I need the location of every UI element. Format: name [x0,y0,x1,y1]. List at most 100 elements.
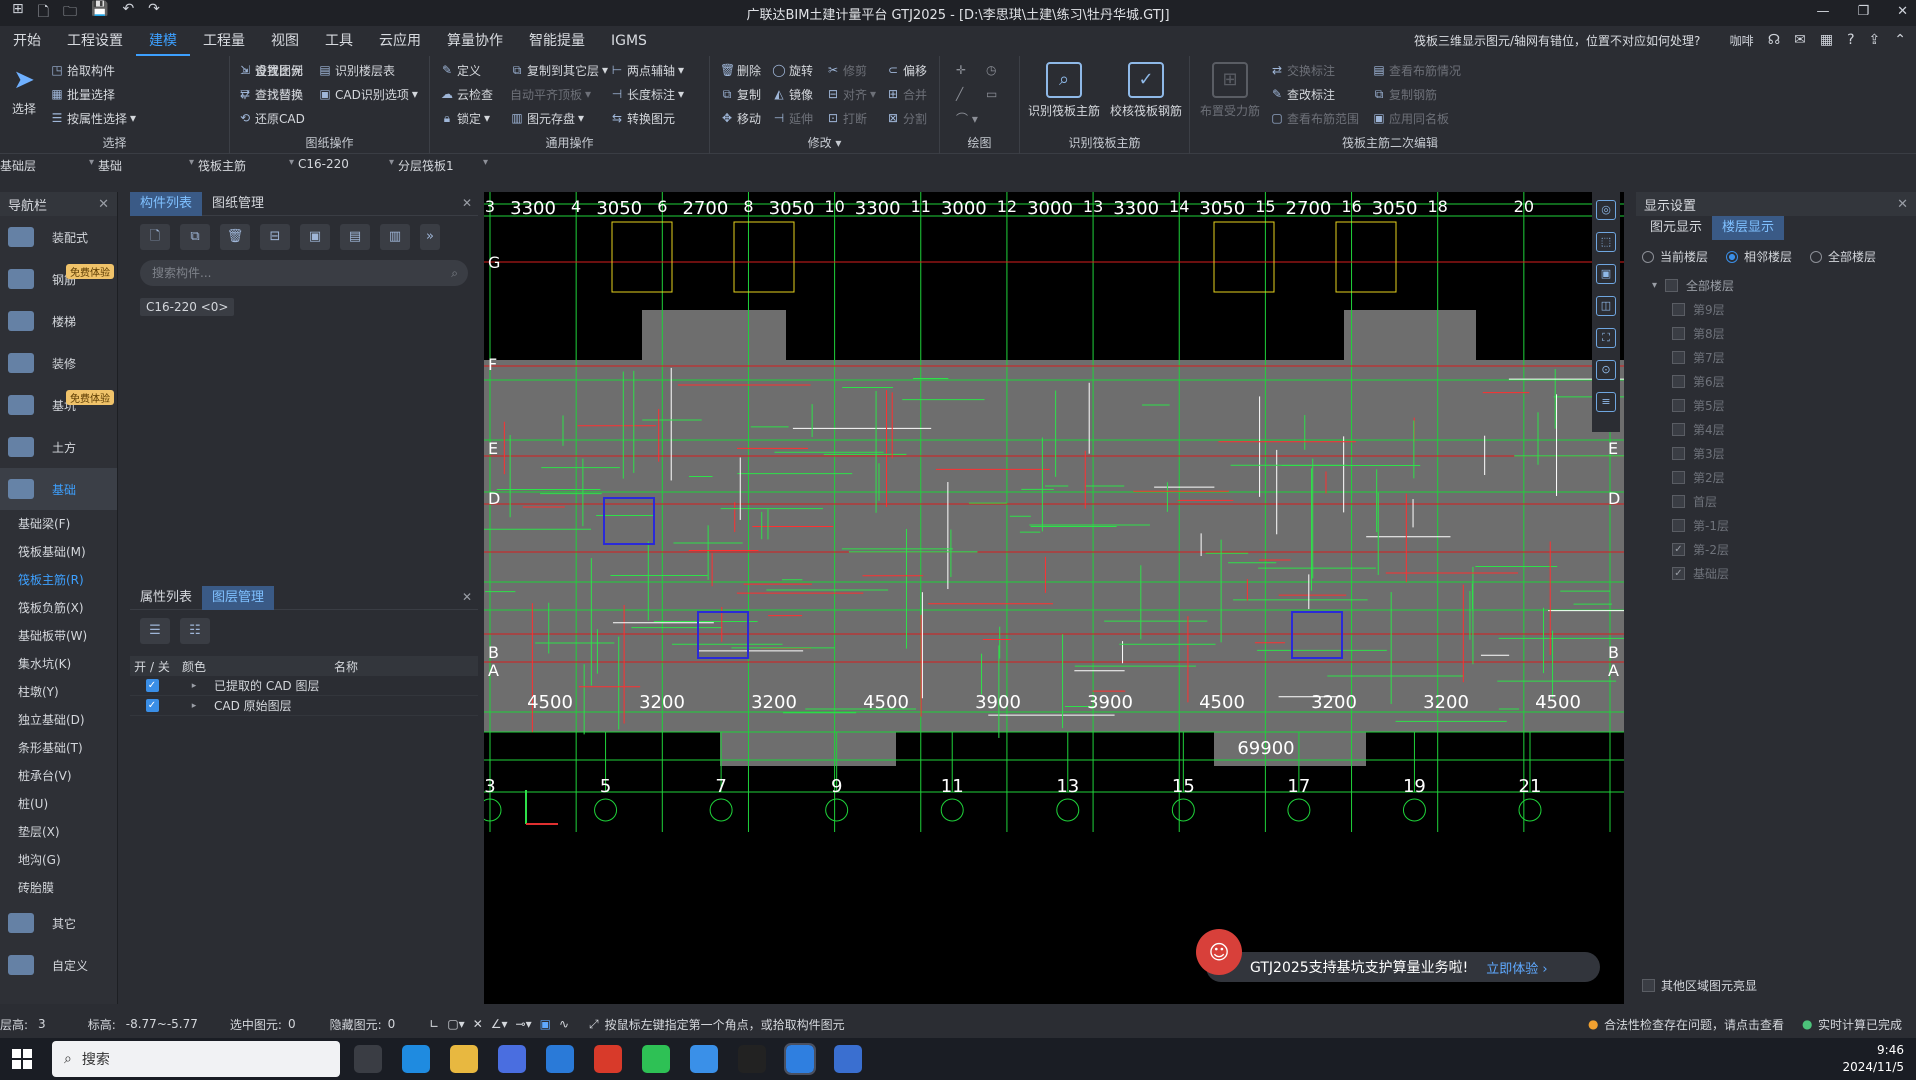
floor-checkbox[interactable] [1672,399,1685,412]
length-dim-button[interactable]: ⊣ 长度标注 ▾ [610,84,684,104]
nav-category-4[interactable]: 基坑 免费体验 [0,384,117,426]
cad-canvas[interactable]: 3300 3050 2700 3050 3300 3000 3000 3300 3050 2700… [484,192,1624,1004]
floor-checkbox[interactable] [1672,519,1685,532]
close-icon[interactable]: ✕ [98,197,109,212]
save-icon[interactable]: 💾 [91,1,108,25]
help-search-input[interactable]: 筏板三维显示图元/轴网有错位，位置不对应如何处理? [1414,31,1734,51]
delete-component-icon[interactable]: 🗑︎ [220,224,250,250]
layer-hide-icon[interactable]: ☷ [180,618,210,644]
menu-2[interactable]: 建模 [136,26,190,56]
layer-checkbox[interactable]: ✓ [145,699,159,712]
ortho-icon[interactable]: ∟ [429,1017,439,1031]
nav-subitem-1[interactable]: 筏板基础(M) [0,538,117,566]
element-save-button[interactable]: ▥ 图元存盘 ▾ [510,108,584,128]
floor-scope-radio-0[interactable]: 当前楼层 [1642,248,1708,265]
nav-subitem-2[interactable]: 筏板主筋(R) [0,566,117,594]
view-rebar-button[interactable]: ▤ 查看布筋情况 [1372,60,1461,80]
view-3d-icon[interactable]: ⬚ [1596,232,1616,252]
pick-component-button[interactable]: ◳ 拾取构件 [50,60,115,80]
track-icon[interactable]: ▣ [540,1017,551,1031]
set-scale-button[interactable]: ⇲ 设置比例 [238,60,303,80]
expand-icon[interactable]: ▸ [174,681,214,691]
user-name[interactable]: 咖啡 [1730,32,1754,49]
view-front-icon[interactable]: ◫ [1596,296,1616,316]
new-component-icon[interactable]: 🗋 [140,224,170,250]
layer-row[interactable]: ✓ ▸ 已提取的 CAD 图层 [130,676,478,696]
batch-select-button[interactable]: ▦ 批量选择 [50,84,115,104]
copy-component-icon[interactable]: ⧉ [180,224,210,250]
two-point-axis-button[interactable]: ⊢ 两点辅轴 ▾ [610,60,684,80]
cross-icon[interactable]: ✕ [473,1017,483,1031]
menu-8[interactable]: 智能提量 [516,26,598,56]
nav-subitem-9[interactable]: 桩承台(V) [0,762,117,790]
split-button[interactable]: ⊠ 分割 [886,108,927,128]
floor-checkbox[interactable] [1672,447,1685,460]
expand-icon[interactable]: ▸ [174,701,214,711]
cad-drawing[interactable]: 3300 3050 2700 3050 3300 3000 3000 3300 3050 2700… [484,192,1624,1004]
taskbar-search[interactable]: ⌕ 搜索 [52,1041,340,1077]
floor-tree-root[interactable]: ▾ 全部楼层 [1636,274,1916,298]
tab-element-display[interactable]: 图元显示 [1640,216,1712,240]
floor-item[interactable]: 第9层 [1636,298,1916,322]
menu-0[interactable]: 开始 [0,26,54,56]
floor-item[interactable]: 第3层 [1636,442,1916,466]
more-icon[interactable]: » [420,224,440,250]
nav-subitem-4[interactable]: 基础板带(W) [0,622,117,650]
close-icon[interactable]: ✕ [1897,197,1908,212]
gtj-app-icon[interactable] [784,1043,816,1075]
qq-icon[interactable] [738,1045,766,1073]
nav-subitem-5[interactable]: 集水坑(K) [0,650,117,678]
copy-rebar-button[interactable]: ⧉ 复制钢筋 [1372,84,1437,104]
tab-property-list[interactable]: 属性列表 [130,586,202,610]
select-tool-button[interactable]: ➤ 选择 [6,60,42,117]
category-selector[interactable]: 基础 [98,154,198,176]
apply-same-board-button[interactable]: ▣ 应用同名板 [1372,108,1449,128]
cloud-check-button[interactable]: ☁ 云检查 [440,84,493,104]
copy-button[interactable]: ⧉ 复制 [720,84,761,104]
floor-item[interactable]: 第2层 [1636,466,1916,490]
layer-show-icon[interactable]: ☰ [140,618,170,644]
other-area-checkbox[interactable] [1642,979,1655,992]
layer-checkbox[interactable]: ✓ [145,679,159,692]
select-by-property-button[interactable]: ☰ 按属性选择 ▾ [50,108,136,128]
component-item[interactable]: C16-220 <0> [140,298,235,316]
line-tool[interactable]: ╱ [956,84,963,104]
nav-bottom-0[interactable]: 其它 [0,902,117,944]
glodon-cloud-icon[interactable] [690,1045,718,1073]
swap-annotation-button[interactable]: ⇄ 交换标注 [1270,60,1335,80]
layer-selector[interactable]: 分层筏板1 [398,154,492,176]
menu-6[interactable]: 云应用 [366,26,434,56]
menu-5[interactable]: 工具 [312,26,366,56]
nav-subitem-13[interactable]: 砖胎膜 [0,874,117,902]
floor-item[interactable]: ✓ 第-2层 [1636,538,1916,562]
nav-category-6[interactable]: 基础 [0,468,117,510]
redo-icon[interactable]: ↷ [148,1,160,25]
floor-scope-radio-1[interactable]: 相邻楼层 [1726,248,1792,265]
radio-dot[interactable] [1726,250,1739,263]
nav-category-2[interactable]: 楼梯 [0,300,117,342]
nav-category-0[interactable]: 装配式 [0,216,117,258]
extend-button[interactable]: ⊣ 延伸 [772,108,813,128]
nav-subitem-12[interactable]: 地沟(G) [0,846,117,874]
recognize-rebar-button[interactable]: ⌕ 识别筏板主筋 [1024,60,1104,119]
wechat-icon[interactable] [642,1045,670,1073]
component-search-input[interactable]: 搜索构件... ⌕ [140,260,468,286]
floor-item[interactable]: 第5层 [1636,394,1916,418]
nav-subitem-11[interactable]: 垫层(X) [0,818,117,846]
point-tool[interactable]: ✛ [956,60,966,80]
offset-button[interactable]: ⊂ 偏移 [886,60,927,80]
restore-icon[interactable]: ❐ [1857,4,1869,19]
menu-7[interactable]: 算量协作 [434,26,516,56]
rect-tool[interactable]: ▭ [986,84,997,104]
nav-subitem-7[interactable]: 独立基础(D) [0,706,117,734]
floor-item[interactable]: 第4层 [1636,418,1916,442]
undo-icon[interactable]: ↶ [122,1,134,25]
find-replace-button[interactable]: ⇄ 查找替换 [238,84,303,104]
collapse-icon[interactable]: ⌃ [1894,32,1906,49]
close-icon[interactable]: ✕ [462,590,472,604]
validity-warning[interactable]: 合法性检查存在问题，请点击查看 [1604,1016,1784,1033]
floor-selector[interactable]: 基础层 [0,154,98,176]
headset-icon[interactable]: ☊ [1768,32,1780,49]
nav-bottom-1[interactable]: 自定义 [0,944,117,986]
layer-copy-icon[interactable]: ⊟ [260,224,290,250]
